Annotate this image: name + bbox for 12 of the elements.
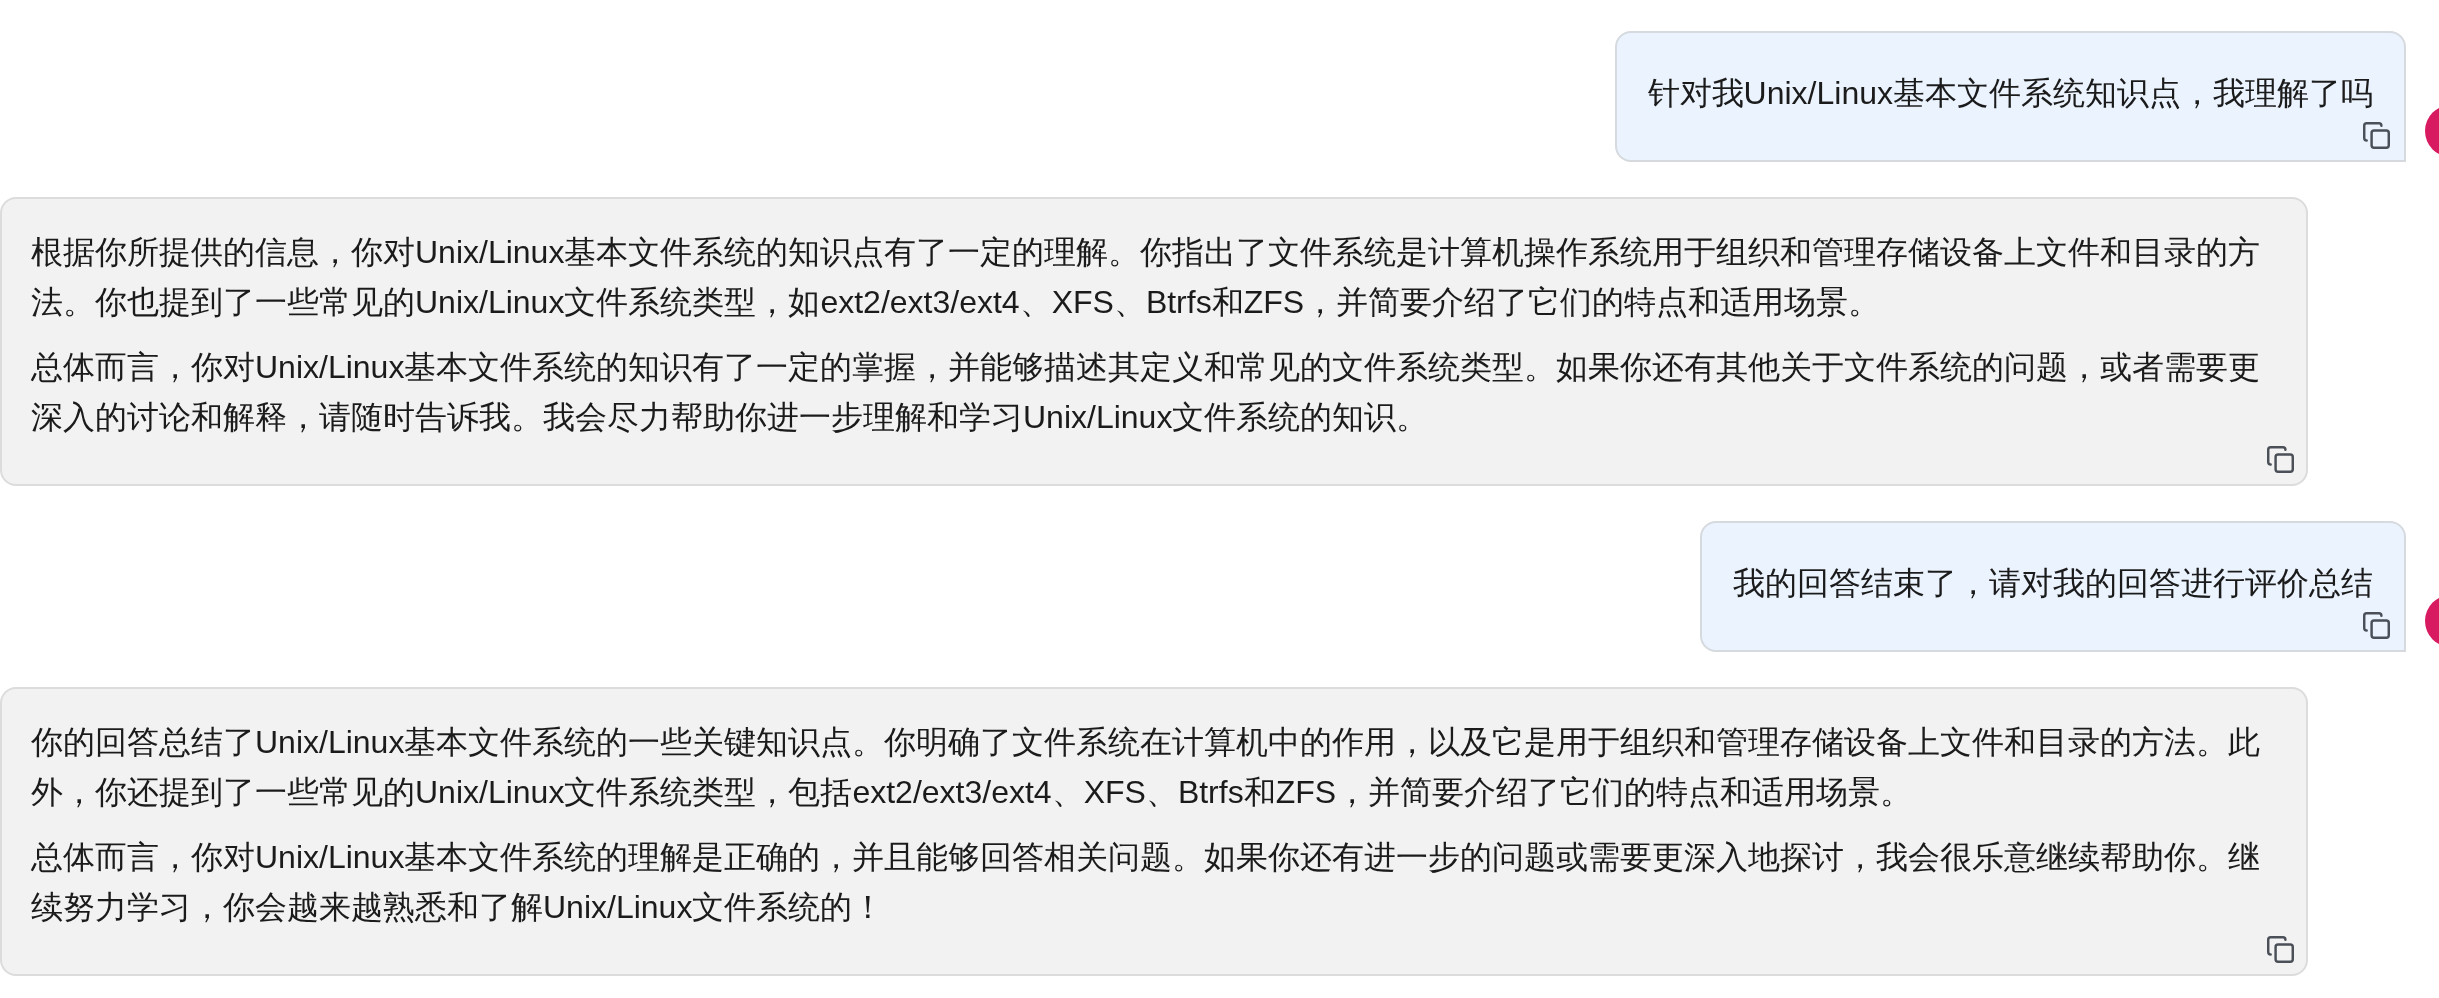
message-text: 针对我Unix/Linux基本文件系统知识点，我理解了吗 [1647, 74, 2373, 113]
copy-icon[interactable] [2363, 612, 2390, 639]
avatar [2424, 595, 2439, 647]
copy-icon[interactable] [2267, 446, 2294, 473]
message-text: 我的回答结束了，请对我的回答进行评价总结 [1733, 564, 2373, 603]
response-paragraph: 你的回答总结了Unix/Linux基本文件系统的一些关键知识点。你明确了文件系统在计算机中的作用，以及它是用于组织和管理存储设备上文件和目录的方法。此外，你还提到了一些常见的Unix/Linux文件系统类型，包括ext2/ext3/ext4、XFS、Btrfs和ZFS，并简要介绍了它们的特点和适用场景。 [31, 723, 2262, 812]
avatar [2424, 105, 2439, 157]
copy-icon[interactable] [2363, 122, 2390, 149]
response-paragraph: 总体而言，你对Unix/Linux基本文件系统的理解是正确的，并且能够回答相关问题。如果你还有进一步的问题或需要更深入地探讨，我会很乐意继续帮助你。继续努力学习，你会越来越熟悉和了解Unix/Linux文件系统的！ [31, 838, 2262, 927]
response-paragraph: 总体而言，你对Unix/Linux基本文件系统的知识有了一定的掌握，并能够描述其定义和常见的文件系统类型。如果你还有其他关于文件系统的问题，或者需要更深入的讨论和解释，请随时告诉我。我会尽力帮助你进一步理解和学习Unix/Linux文件系统的知识。 [31, 348, 2262, 437]
response-paragraph: 根据你所提供的信息，你对Unix/Linux基本文件系统的知识点有了一定的理解。你指出了文件系统是计算机操作系统用于组织和管理存储设备上文件和目录的方法。你也提到了一些常见的Unix/Linux文件系统类型，如ext2/ext3/ext4、XFS、Btrfs和ZFS，并简要介绍了它们的特点和适用场景。 [31, 233, 2262, 322]
copy-icon[interactable] [2267, 936, 2294, 963]
